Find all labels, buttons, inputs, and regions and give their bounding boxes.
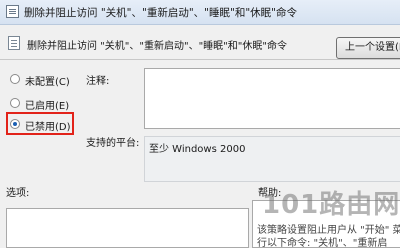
header-divider bbox=[0, 59, 400, 60]
setting-name: 删除并阻止访问 "关机"、"重新启动"、"睡眠"和"休眠"命令 bbox=[27, 41, 287, 52]
radio-enabled[interactable]: 已启用(E) bbox=[9, 95, 83, 112]
platform-label: 支持的平台: bbox=[86, 138, 140, 149]
site-watermark: 101路由网 bbox=[262, 184, 400, 224]
radio-not-configured[interactable]: 未配置(C) bbox=[9, 71, 83, 88]
note-textarea[interactable] bbox=[144, 68, 400, 129]
platform-field: 至少 Windows 2000 bbox=[144, 136, 400, 182]
radio-circle[interactable] bbox=[10, 98, 20, 108]
previous-setting-button[interactable]: 上一个设置(P) bbox=[336, 37, 400, 59]
help-text-line: 行以下命令: "关机"、"重新启 bbox=[257, 238, 388, 248]
platform-value: 至少 Windows 2000 bbox=[149, 144, 246, 155]
highlight-box bbox=[6, 112, 74, 135]
radio-circle[interactable] bbox=[10, 74, 20, 84]
setting-header: 删除并阻止访问 "关机"、"重新启动"、"睡眠"和"休眠"命令 上一个设置(P) bbox=[0, 25, 400, 59]
policy-icon bbox=[6, 5, 19, 18]
title-bar: 删除并阻止访问 "关机"、"重新启动"、"睡眠"和"休眠"命令 bbox=[0, 0, 400, 25]
options-panel bbox=[6, 208, 249, 248]
note-label: 注释: bbox=[86, 76, 110, 87]
watermark-text: 101路由网 bbox=[262, 190, 400, 220]
radio-label: 已启用(E) bbox=[25, 101, 70, 112]
radio-label: 未配置(C) bbox=[25, 77, 70, 88]
options-label: 选项: bbox=[6, 188, 30, 199]
window-title: 删除并阻止访问 "关机"、"重新启动"、"睡眠"和"休眠"命令 bbox=[24, 7, 297, 19]
setting-icon bbox=[8, 36, 20, 50]
